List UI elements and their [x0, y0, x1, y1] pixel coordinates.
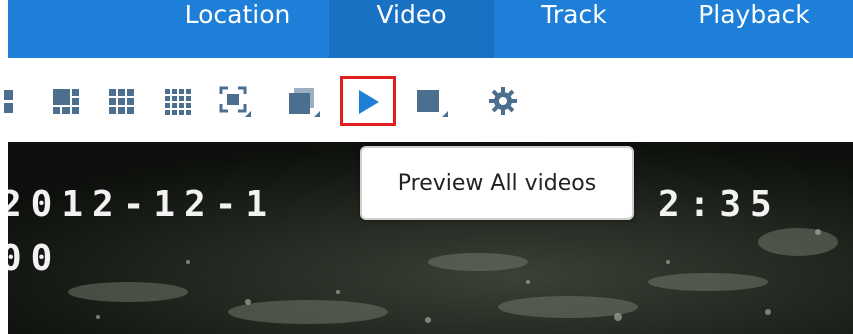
window-dropdown-icon[interactable]: [286, 84, 320, 118]
layout-3x3-icon[interactable]: [104, 84, 138, 118]
osd-date-text: 2012-12-1: [8, 184, 277, 225]
play-all-icon: [359, 90, 379, 114]
tooltip-text: Preview All videos: [397, 170, 597, 196]
tab-track[interactable]: Track: [494, 0, 654, 58]
layout-4x4-icon[interactable]: [160, 84, 194, 118]
stop-dropdown-icon[interactable]: [414, 84, 448, 118]
top-nav-bar: Location Video Track Playback: [8, 0, 853, 58]
settings-gear-icon[interactable]: [486, 84, 520, 118]
layout-2x2-icon[interactable]: [0, 84, 34, 118]
osd-subtext: 00: [8, 238, 62, 279]
tab-location[interactable]: Location: [145, 0, 330, 58]
preview-all-tooltip: Preview All videos: [360, 146, 634, 220]
tab-video[interactable]: Video: [329, 0, 494, 58]
fullscreen-dropdown-icon[interactable]: [218, 84, 252, 118]
preview-all-button[interactable]: [340, 76, 396, 126]
video-toolbar: [0, 58, 853, 142]
layout-1plus5-icon[interactable]: [49, 84, 83, 118]
osd-time-text: 2:35: [658, 184, 781, 225]
tab-playback[interactable]: Playback: [654, 0, 853, 58]
